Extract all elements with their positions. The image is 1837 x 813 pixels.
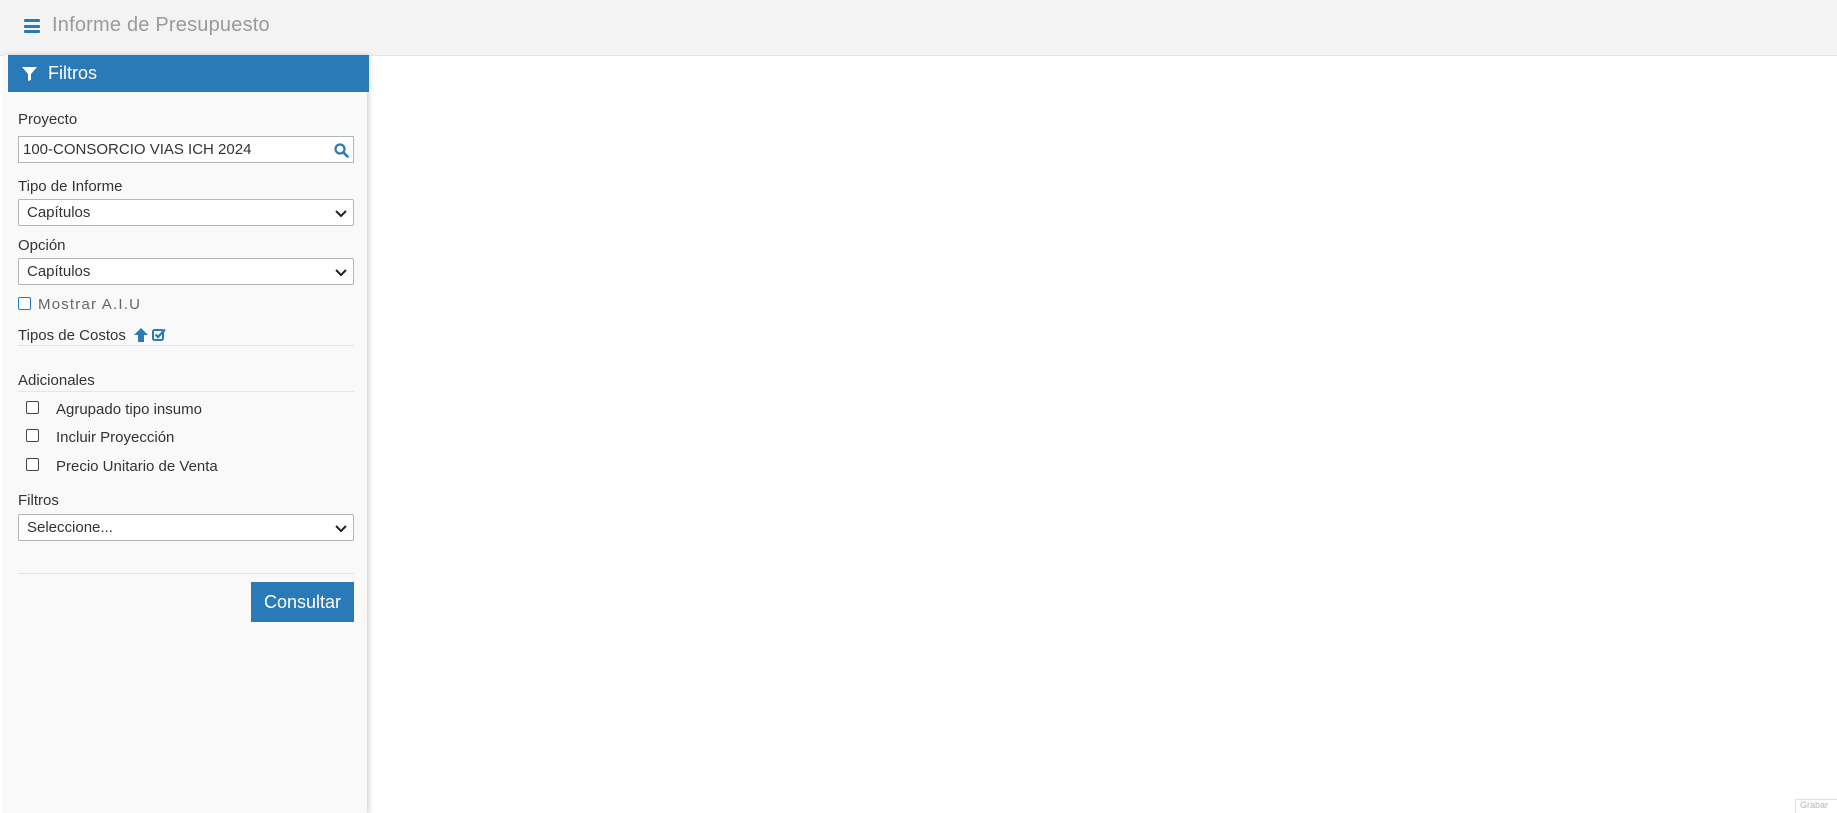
filters-panel-title: Filtros — [48, 63, 97, 83]
proyecto-input[interactable]: 100-CONSORCIO VIAS ICH 2024 — [18, 136, 354, 163]
incluir-proyeccion-checkbox[interactable] — [26, 429, 39, 442]
check-square-icon[interactable] — [152, 328, 166, 342]
mostrar-aiu-label: Mostrar A.I.U — [38, 296, 142, 313]
form-footer-divider — [18, 573, 354, 574]
agrupado-tipo-insumo-label: Agrupado tipo insumo — [56, 401, 202, 418]
chevron-down-icon — [335, 269, 347, 277]
filters-panel: Filtros Proyecto 100-CONSORCIO VIAS ICH … — [4, 55, 369, 813]
tipo-informe-selected: Capítulos — [27, 204, 91, 221]
tipo-informe-label: Tipo de Informe — [18, 178, 123, 195]
filter-funnel-icon — [22, 67, 37, 81]
proyecto-value: 100-CONSORCIO VIAS ICH 2024 — [23, 141, 252, 158]
page-title: Informe de Presupuesto — [52, 14, 270, 36]
filtros-selected: Seleccione... — [27, 519, 113, 536]
chevron-down-icon — [335, 525, 347, 533]
filtros-select[interactable]: Seleccione... — [18, 514, 354, 541]
opcion-label: Opción — [18, 237, 66, 254]
precio-unitario-venta-checkbox[interactable] — [26, 458, 39, 471]
opcion-select[interactable]: Capítulos — [18, 258, 354, 285]
precio-unitario-venta-label: Precio Unitario de Venta — [56, 458, 218, 475]
arrow-up-icon[interactable] — [134, 328, 148, 342]
agrupado-tipo-insumo-checkbox[interactable] — [26, 401, 39, 414]
top-bar: Informe de Presupuesto — [0, 0, 1837, 56]
filters-panel-header: Filtros — [8, 55, 369, 92]
tipo-informe-select[interactable]: Capítulos — [18, 199, 354, 226]
adicionales-label: Adicionales — [18, 372, 95, 389]
incluir-proyeccion-label: Incluir Proyección — [56, 429, 175, 446]
status-snippet: Grabar — [1795, 799, 1837, 813]
mostrar-aiu-checkbox[interactable] — [18, 297, 31, 310]
opcion-selected: Capítulos — [27, 263, 91, 280]
proyecto-label: Proyecto — [18, 111, 78, 128]
adicionales-divider — [18, 391, 354, 392]
search-icon[interactable] — [334, 143, 349, 158]
chevron-down-icon — [335, 210, 347, 218]
filtros-label: Filtros — [18, 492, 59, 509]
tipos-costos-label: Tipos de Costos — [18, 327, 126, 344]
tipos-costos-divider — [18, 345, 354, 346]
hamburger-menu-icon[interactable] — [24, 19, 40, 33]
consultar-button[interactable]: Consultar — [251, 582, 354, 622]
